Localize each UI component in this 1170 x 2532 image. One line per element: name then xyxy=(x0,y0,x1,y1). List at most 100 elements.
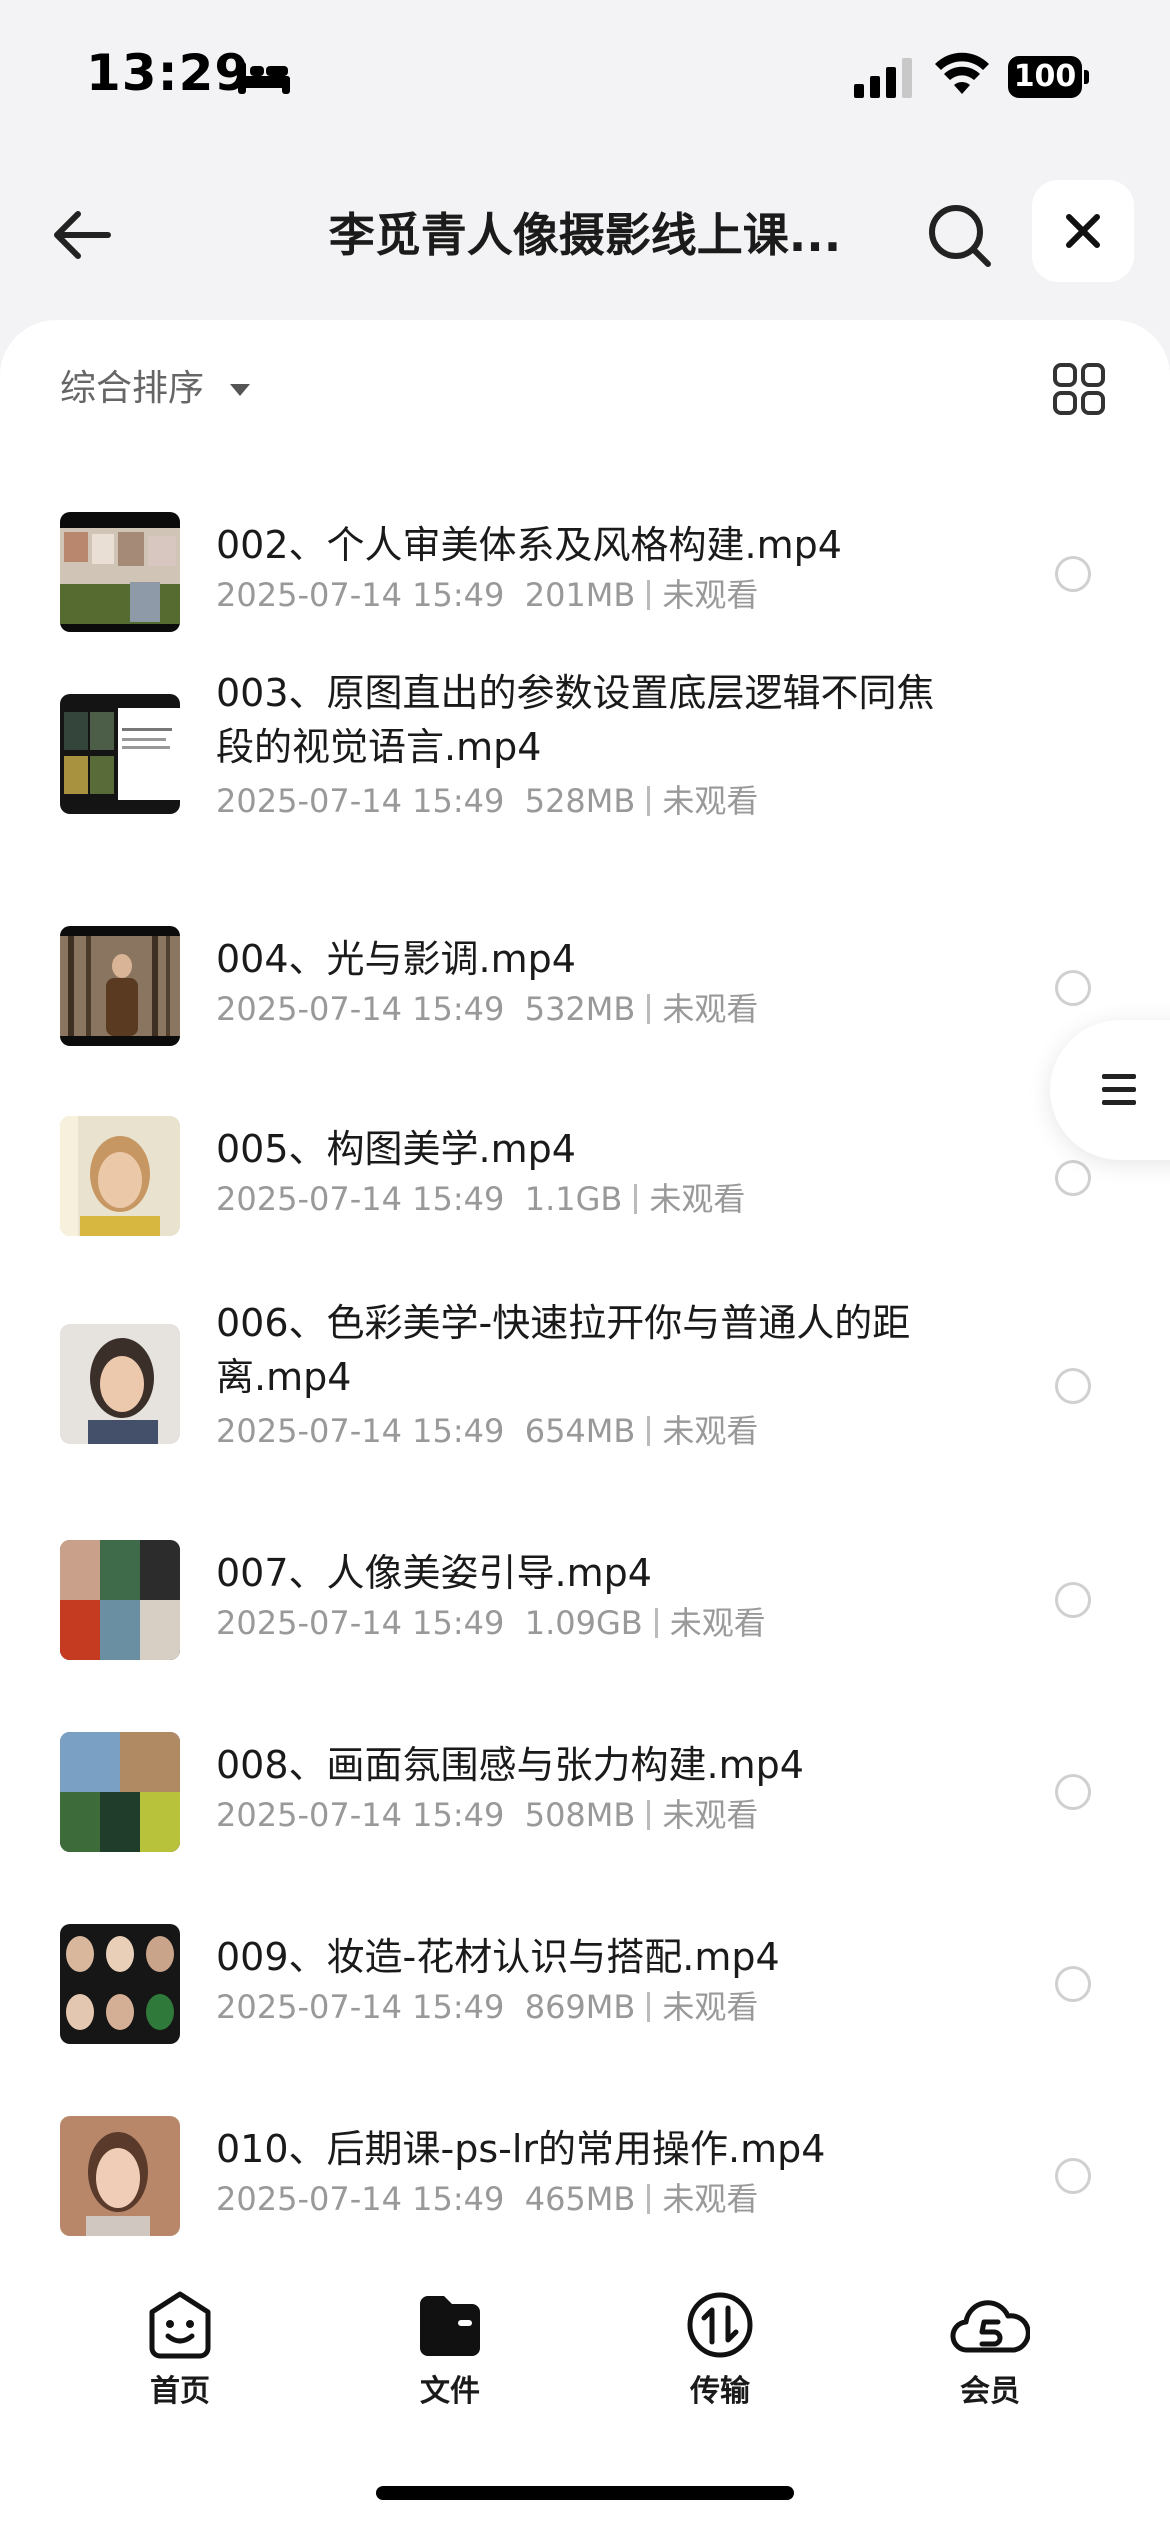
divider xyxy=(647,786,651,816)
file-name: 002、个人审美体系及风格构建.mp4 xyxy=(216,523,842,567)
tab-label: 首页 xyxy=(150,2374,210,2409)
tab-files[interactable]: 文件 xyxy=(370,2290,530,2410)
video-thumbnail xyxy=(60,1540,180,1660)
select-radio[interactable] xyxy=(1055,1966,1091,2002)
file-name: 010、后期课-ps-lr的常用操作.mp4 xyxy=(216,2127,826,2171)
video-thumbnail xyxy=(60,2116,180,2236)
select-radio[interactable] xyxy=(1055,970,1091,1006)
select-radio[interactable] xyxy=(1055,2158,1091,2194)
close-button[interactable] xyxy=(1032,180,1134,282)
file-meta: 2025-07-14 15:49 654MB 未观看 xyxy=(216,1408,758,1454)
file-size: 528MB xyxy=(524,782,636,820)
sort-dropdown[interactable]: 综合排序 xyxy=(60,364,204,414)
list-item[interactable]: 010、后期课-ps-lr的常用操作.mp4 2025-07-14 15:49 … xyxy=(0,2070,1170,2260)
bed-icon xyxy=(238,62,290,94)
battery-tip xyxy=(1084,70,1089,84)
page-title: 李觅青人像摄影线上课... xyxy=(328,208,842,262)
search-icon[interactable] xyxy=(924,200,996,272)
list-item[interactable]: 004、光与影调.mp4 2025-07-14 15:49 532MB 未观看 xyxy=(0,890,1170,1080)
divider xyxy=(647,580,651,610)
divider xyxy=(647,1992,651,2022)
file-size: 1.1GB xyxy=(524,1180,623,1218)
file-size: 1.09GB xyxy=(524,1604,643,1642)
wifi-icon xyxy=(935,52,989,94)
select-radio[interactable] xyxy=(1055,1160,1091,1196)
list-item[interactable]: 007、人像美姿引导.mp4 2025-07-14 15:49 1.09GB 未观… xyxy=(0,1500,1170,1690)
file-name: 005、构图美学.mp4 xyxy=(216,1127,576,1171)
tab-home[interactable]: 首页 xyxy=(100,2290,260,2410)
list-item[interactable]: 003、原图直出的参数设置底层逻辑不同焦段的视觉语言.mp4 2025-07-1… xyxy=(0,660,1170,890)
signal-icon xyxy=(854,58,912,98)
watch-status: 未观看 xyxy=(649,1180,746,1218)
file-size: 654MB xyxy=(524,1412,636,1450)
list-item[interactable]: 002、个人审美体系及风格构建.mp4 2025-07-14 15:49 201… xyxy=(0,490,1170,660)
caret-down-icon[interactable] xyxy=(230,384,250,396)
watch-status: 未观看 xyxy=(662,990,759,1028)
file-size: 869MB xyxy=(524,1988,636,2026)
watch-status: 未观看 xyxy=(662,576,759,614)
battery-indicator: 100 xyxy=(1008,56,1089,98)
divider xyxy=(647,2184,651,2214)
status-bar: 13:29 100 xyxy=(0,0,1170,150)
watch-status: 未观看 xyxy=(662,2180,759,2218)
select-radio[interactable] xyxy=(1055,1368,1091,1404)
list-item[interactable]: 009、妆造-花材认识与搭配.mp4 2025-07-14 15:49 869M… xyxy=(0,1880,1170,2070)
watch-status: 未观看 xyxy=(662,1412,759,1450)
file-name: 003、原图直出的参数设置底层逻辑不同焦段的视觉语言.mp4 xyxy=(216,671,935,769)
file-size: 201MB xyxy=(524,576,636,614)
file-meta: 2025-07-14 15:49 528MB 未观看 xyxy=(216,778,758,824)
file-name: 008、画面氛围感与张力构建.mp4 xyxy=(216,1743,804,1787)
divider xyxy=(654,1608,658,1638)
file-list-card: 综合排序 002、个人审美体系及风格构建.mp4 2025-07-14 15:4… xyxy=(0,320,1170,2240)
grid-view-icon[interactable] xyxy=(1052,362,1106,416)
file-date: 2025-07-14 15:49 xyxy=(216,2180,505,2218)
video-thumbnail xyxy=(60,1116,180,1236)
folder-icon xyxy=(420,2296,480,2356)
header: 李觅青人像摄影线上课... xyxy=(0,160,1170,310)
video-thumbnail xyxy=(60,694,180,814)
tab-vip[interactable]: 会员 xyxy=(910,2290,1070,2410)
watch-status: 未观看 xyxy=(662,782,759,820)
list-item[interactable]: 005、构图美学.mp4 2025-07-14 15:49 1.1GB 未观看 xyxy=(0,1080,1170,1270)
file-name: 006、色彩美学-快速拉开你与普通人的距离.mp4 xyxy=(216,1301,911,1399)
watch-status: 未观看 xyxy=(662,1796,759,1834)
file-size: 465MB xyxy=(524,2180,636,2218)
tab-label: 会员 xyxy=(960,2374,1020,2409)
tab-label: 文件 xyxy=(420,2374,480,2409)
list-item[interactable]: 008、画面氛围感与张力构建.mp4 2025-07-14 15:49 508M… xyxy=(0,1690,1170,1880)
file-date: 2025-07-14 15:49 xyxy=(216,782,505,820)
status-time: 13:29 xyxy=(86,44,251,102)
select-radio[interactable] xyxy=(1055,1582,1091,1618)
file-meta: 2025-07-14 15:49 1.1GB 未观看 xyxy=(216,1176,745,1222)
select-radio[interactable] xyxy=(1055,1774,1091,1810)
close-icon xyxy=(1066,214,1100,248)
file-date: 2025-07-14 15:49 xyxy=(216,1180,505,1218)
list-item[interactable]: 006、色彩美学-快速拉开你与普通人的距离.mp4 2025-07-14 15:… xyxy=(0,1270,1170,1500)
video-thumbnail xyxy=(60,512,180,632)
battery-level: 100 xyxy=(1008,56,1082,98)
video-thumbnail xyxy=(60,1324,180,1444)
file-date: 2025-07-14 15:49 xyxy=(216,1796,505,1834)
app-screen: 13:29 100 李觅青人像摄影线上课... 综合排序 002、个人审美体系及… xyxy=(0,0,1170,2532)
tab-transfer[interactable]: 传输 xyxy=(640,2290,800,2410)
cloud-s-icon xyxy=(950,2300,1030,2353)
transfer-icon xyxy=(687,2292,753,2358)
video-thumbnail xyxy=(60,926,180,1046)
back-arrow-icon[interactable] xyxy=(48,200,118,270)
watch-status: 未观看 xyxy=(662,1988,759,2026)
file-size: 508MB xyxy=(524,1796,636,1834)
file-date: 2025-07-14 15:49 xyxy=(216,990,505,1028)
file-name: 009、妆造-花材认识与搭配.mp4 xyxy=(216,1935,780,1979)
smile-icon xyxy=(149,2291,211,2359)
file-meta: 2025-07-14 15:49 508MB 未观看 xyxy=(216,1792,758,1838)
file-meta: 2025-07-14 15:49 532MB 未观看 xyxy=(216,986,758,1032)
watch-status: 未观看 xyxy=(669,1604,766,1642)
file-meta: 2025-07-14 15:49 1.09GB 未观看 xyxy=(216,1600,766,1646)
select-radio[interactable] xyxy=(1055,556,1091,592)
video-thumbnail xyxy=(60,1732,180,1852)
file-meta: 2025-07-14 15:49 201MB 未观看 xyxy=(216,572,758,618)
file-date: 2025-07-14 15:49 xyxy=(216,576,505,614)
file-date: 2025-07-14 15:49 xyxy=(216,1604,505,1642)
divider xyxy=(647,994,651,1024)
tab-label: 传输 xyxy=(690,2374,750,2409)
